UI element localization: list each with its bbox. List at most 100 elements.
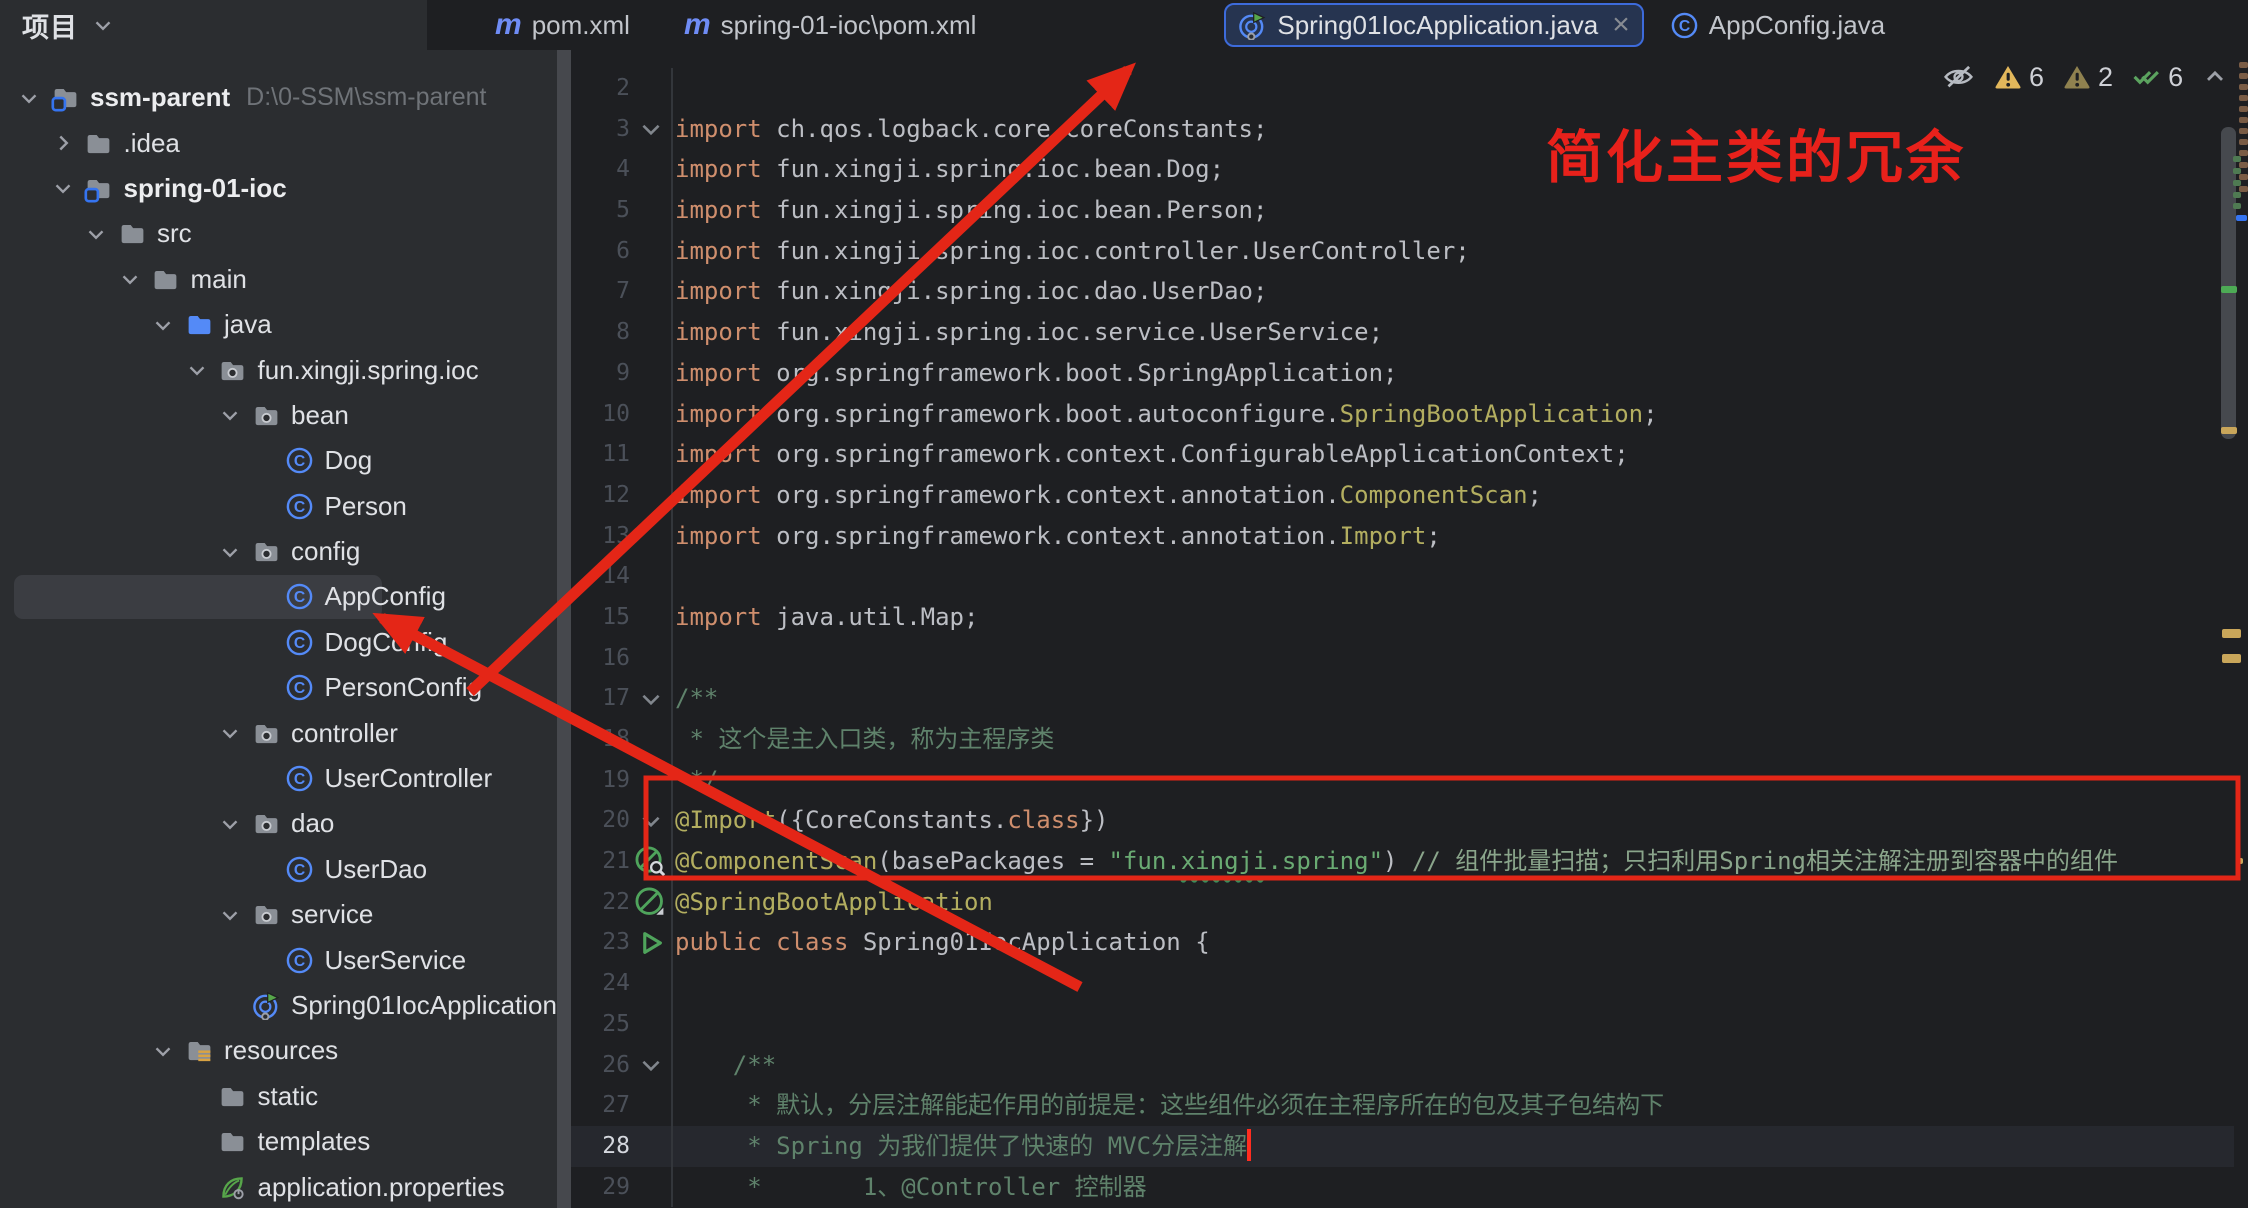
code-line-27[interactable]: 27 * 默认，分层注解能起作用的前提是：这些组件必须在主程序所在的包及其子包结…: [571, 1085, 2234, 1126]
error-stripe-mark[interactable]: [2236, 215, 2247, 221]
code-line-15[interactable]: 15import java.util.Map;: [571, 597, 2234, 638]
chevron-down-icon[interactable]: [215, 902, 245, 928]
run-gutter-icon[interactable]: [630, 928, 671, 958]
editor-tab-AppConfig.java[interactable]: CAppConfig.java: [1658, 0, 1897, 50]
tree-item-controller[interactable]: controller: [0, 710, 557, 755]
editor-tab-pom.xml[interactable]: mpom.xml: [483, 0, 642, 50]
error-stripe-mark[interactable]: [2233, 168, 2241, 174]
fold-chevron-icon[interactable]: [630, 808, 671, 834]
chevron-down-icon[interactable]: [148, 312, 178, 338]
chevron-down-icon[interactable]: [81, 221, 111, 247]
editor-tab-spring-01-ioc-pom.xml[interactable]: mspring-01-ioc\pom.xml: [672, 0, 988, 50]
tree-item-spring-01-ioc[interactable]: spring-01-ioc: [0, 166, 557, 211]
code-line-18[interactable]: 18 * 这个是主入口类，称为主程序类: [571, 719, 2234, 760]
close-icon[interactable]: ×: [1612, 10, 1630, 40]
spring-scan-gutter-icon[interactable]: [630, 846, 671, 877]
code-line-5[interactable]: 5import fun.xingji.spring.ioc.bean.Perso…: [571, 190, 2234, 231]
code-line-17[interactable]: 17/**: [571, 678, 2234, 719]
chevron-right-icon[interactable]: [48, 130, 78, 156]
editor-tab-Spring01IocApplication.java[interactable]: Spring01IocApplication.java×: [1224, 3, 1643, 47]
chevron-down-icon[interactable]: [215, 720, 245, 746]
tree-item-config[interactable]: config: [0, 529, 557, 574]
warning-indicator[interactable]: 6: [1993, 62, 2044, 93]
chevron-down-icon[interactable]: [182, 357, 212, 383]
error-stripe-mark[interactable]: [2239, 162, 2248, 168]
error-stripe-mark[interactable]: [2239, 174, 2248, 180]
error-stripe-mark[interactable]: [2237, 858, 2243, 864]
ok-indicator[interactable]: 6: [2131, 62, 2183, 93]
error-stripe-mark[interactable]: [2239, 117, 2248, 123]
tree-item-AppConfig[interactable]: CAppConfig: [0, 574, 557, 619]
code-line-7[interactable]: 7import fun.xingji.spring.ioc.dao.UserDa…: [571, 271, 2234, 312]
tree-item-.idea[interactable]: .idea: [0, 120, 557, 165]
prev-problem-button[interactable]: [2201, 63, 2229, 91]
project-panel-header[interactable]: 项目: [0, 0, 427, 50]
spring-bean-gutter-icon[interactable]: [630, 887, 671, 918]
error-stripe-mark[interactable]: [2239, 95, 2248, 101]
code-editor[interactable]: 2 3import ch.qos.logback.core.CoreConstan…: [571, 50, 2248, 1208]
fold-chevron-icon[interactable]: [630, 686, 671, 712]
tree-item-application.properties[interactable]: application.properties: [0, 1164, 557, 1208]
code-line-14[interactable]: 14: [571, 556, 2234, 597]
tree-item-src[interactable]: src: [0, 211, 557, 256]
code-line-19[interactable]: 19 */: [571, 760, 2234, 801]
error-stripe-mark[interactable]: [2221, 427, 2237, 434]
tree-item-templates[interactable]: templates: [0, 1119, 557, 1164]
chevron-down-icon[interactable]: [14, 85, 44, 111]
code-line-23[interactable]: 23public class Spring01IocApplication {: [571, 922, 2234, 963]
error-stripe-mark[interactable]: [2222, 629, 2241, 638]
code-line-24[interactable]: 24: [571, 963, 2234, 1004]
chevron-down-icon[interactable]: [90, 12, 116, 38]
tree-item-main[interactable]: main: [0, 257, 557, 302]
code-line-22[interactable]: 22@SpringBootApplication: [571, 882, 2234, 923]
tree-item-bean[interactable]: bean: [0, 393, 557, 438]
error-stripe-mark[interactable]: [2233, 156, 2241, 162]
error-stripe-mark[interactable]: [2233, 180, 2241, 186]
code-line-10[interactable]: 10import org.springframework.boot.autoco…: [571, 394, 2234, 435]
code-line-21[interactable]: 21@ComponentScan(basePackages = "fun.xin…: [571, 841, 2234, 882]
code-line-12[interactable]: 12import org.springframework.context.ann…: [571, 475, 2234, 516]
code-line-6[interactable]: 6import fun.xingji.spring.ioc.controller…: [571, 231, 2234, 272]
code-line-16[interactable]: 16: [571, 638, 2234, 679]
code-line-11[interactable]: 11import org.springframework.context.Con…: [571, 434, 2234, 475]
tree-item-Spring01IocApplication[interactable]: Spring01IocApplication: [0, 983, 557, 1028]
code-line-26[interactable]: 26 /**: [571, 1045, 2234, 1086]
error-stripe-mark[interactable]: [2239, 62, 2248, 68]
chevron-down-icon[interactable]: [48, 175, 78, 201]
tree-item-dao[interactable]: dao: [0, 801, 557, 846]
code-line-4[interactable]: 4import fun.xingji.spring.ioc.bean.Dog;: [571, 149, 2234, 190]
tree-item-fun.xingji.spring.ioc[interactable]: fun.xingji.spring.ioc: [0, 347, 557, 392]
code-line-9[interactable]: 9import org.springframework.boot.SpringA…: [571, 353, 2234, 394]
error-stripe-mark[interactable]: [2233, 192, 2241, 198]
tree-item-UserController[interactable]: CUserController: [0, 756, 557, 801]
code-area[interactable]: 23import ch.qos.logback.core.CoreConstan…: [571, 68, 2234, 1207]
code-line-8[interactable]: 8import fun.xingji.spring.ioc.service.Us…: [571, 312, 2234, 353]
tree-item-UserService[interactable]: CUserService: [0, 937, 557, 982]
weak-warning-indicator[interactable]: 2: [2062, 62, 2113, 93]
highlighting-off-eye-icon[interactable]: [1942, 61, 1975, 94]
code-line-28[interactable]: 28 * Spring 为我们提供了快速的 MVC分层注解: [571, 1126, 2234, 1167]
error-stripe-mark[interactable]: [2221, 286, 2237, 293]
error-stripe-mark[interactable]: [2233, 203, 2241, 209]
tree-item-ssm-parent[interactable]: ssm-parentD:\0-SSM\ssm-parent: [0, 75, 557, 120]
code-line-3[interactable]: 3import ch.qos.logback.core.CoreConstant…: [571, 109, 2234, 150]
code-line-13[interactable]: 13import org.springframework.context.ann…: [571, 516, 2234, 557]
chevron-down-icon[interactable]: [215, 539, 245, 565]
error-stripe-mark[interactable]: [2239, 150, 2248, 156]
chevron-down-icon[interactable]: [215, 402, 245, 428]
panel-splitter[interactable]: [557, 50, 571, 1208]
error-stripe-mark[interactable]: [2222, 654, 2241, 663]
tree-item-DogConfig[interactable]: CDogConfig: [0, 620, 557, 665]
error-stripe-mark[interactable]: [2239, 139, 2248, 145]
tree-item-UserDao[interactable]: CUserDao: [0, 847, 557, 892]
tree-item-Person[interactable]: CPerson: [0, 484, 557, 529]
chevron-down-icon[interactable]: [148, 1038, 178, 1064]
error-stripe-mark[interactable]: [2239, 106, 2248, 112]
fold-chevron-icon[interactable]: [630, 116, 671, 142]
tree-item-static[interactable]: static: [0, 1074, 557, 1119]
fold-chevron-icon[interactable]: [630, 1052, 671, 1078]
tree-item-resources[interactable]: resources: [0, 1028, 557, 1073]
code-line-29[interactable]: 29 * 1、@Controller 控制器: [571, 1167, 2234, 1208]
tree-item-java[interactable]: java: [0, 302, 557, 347]
error-stripe-mark[interactable]: [2239, 186, 2248, 192]
